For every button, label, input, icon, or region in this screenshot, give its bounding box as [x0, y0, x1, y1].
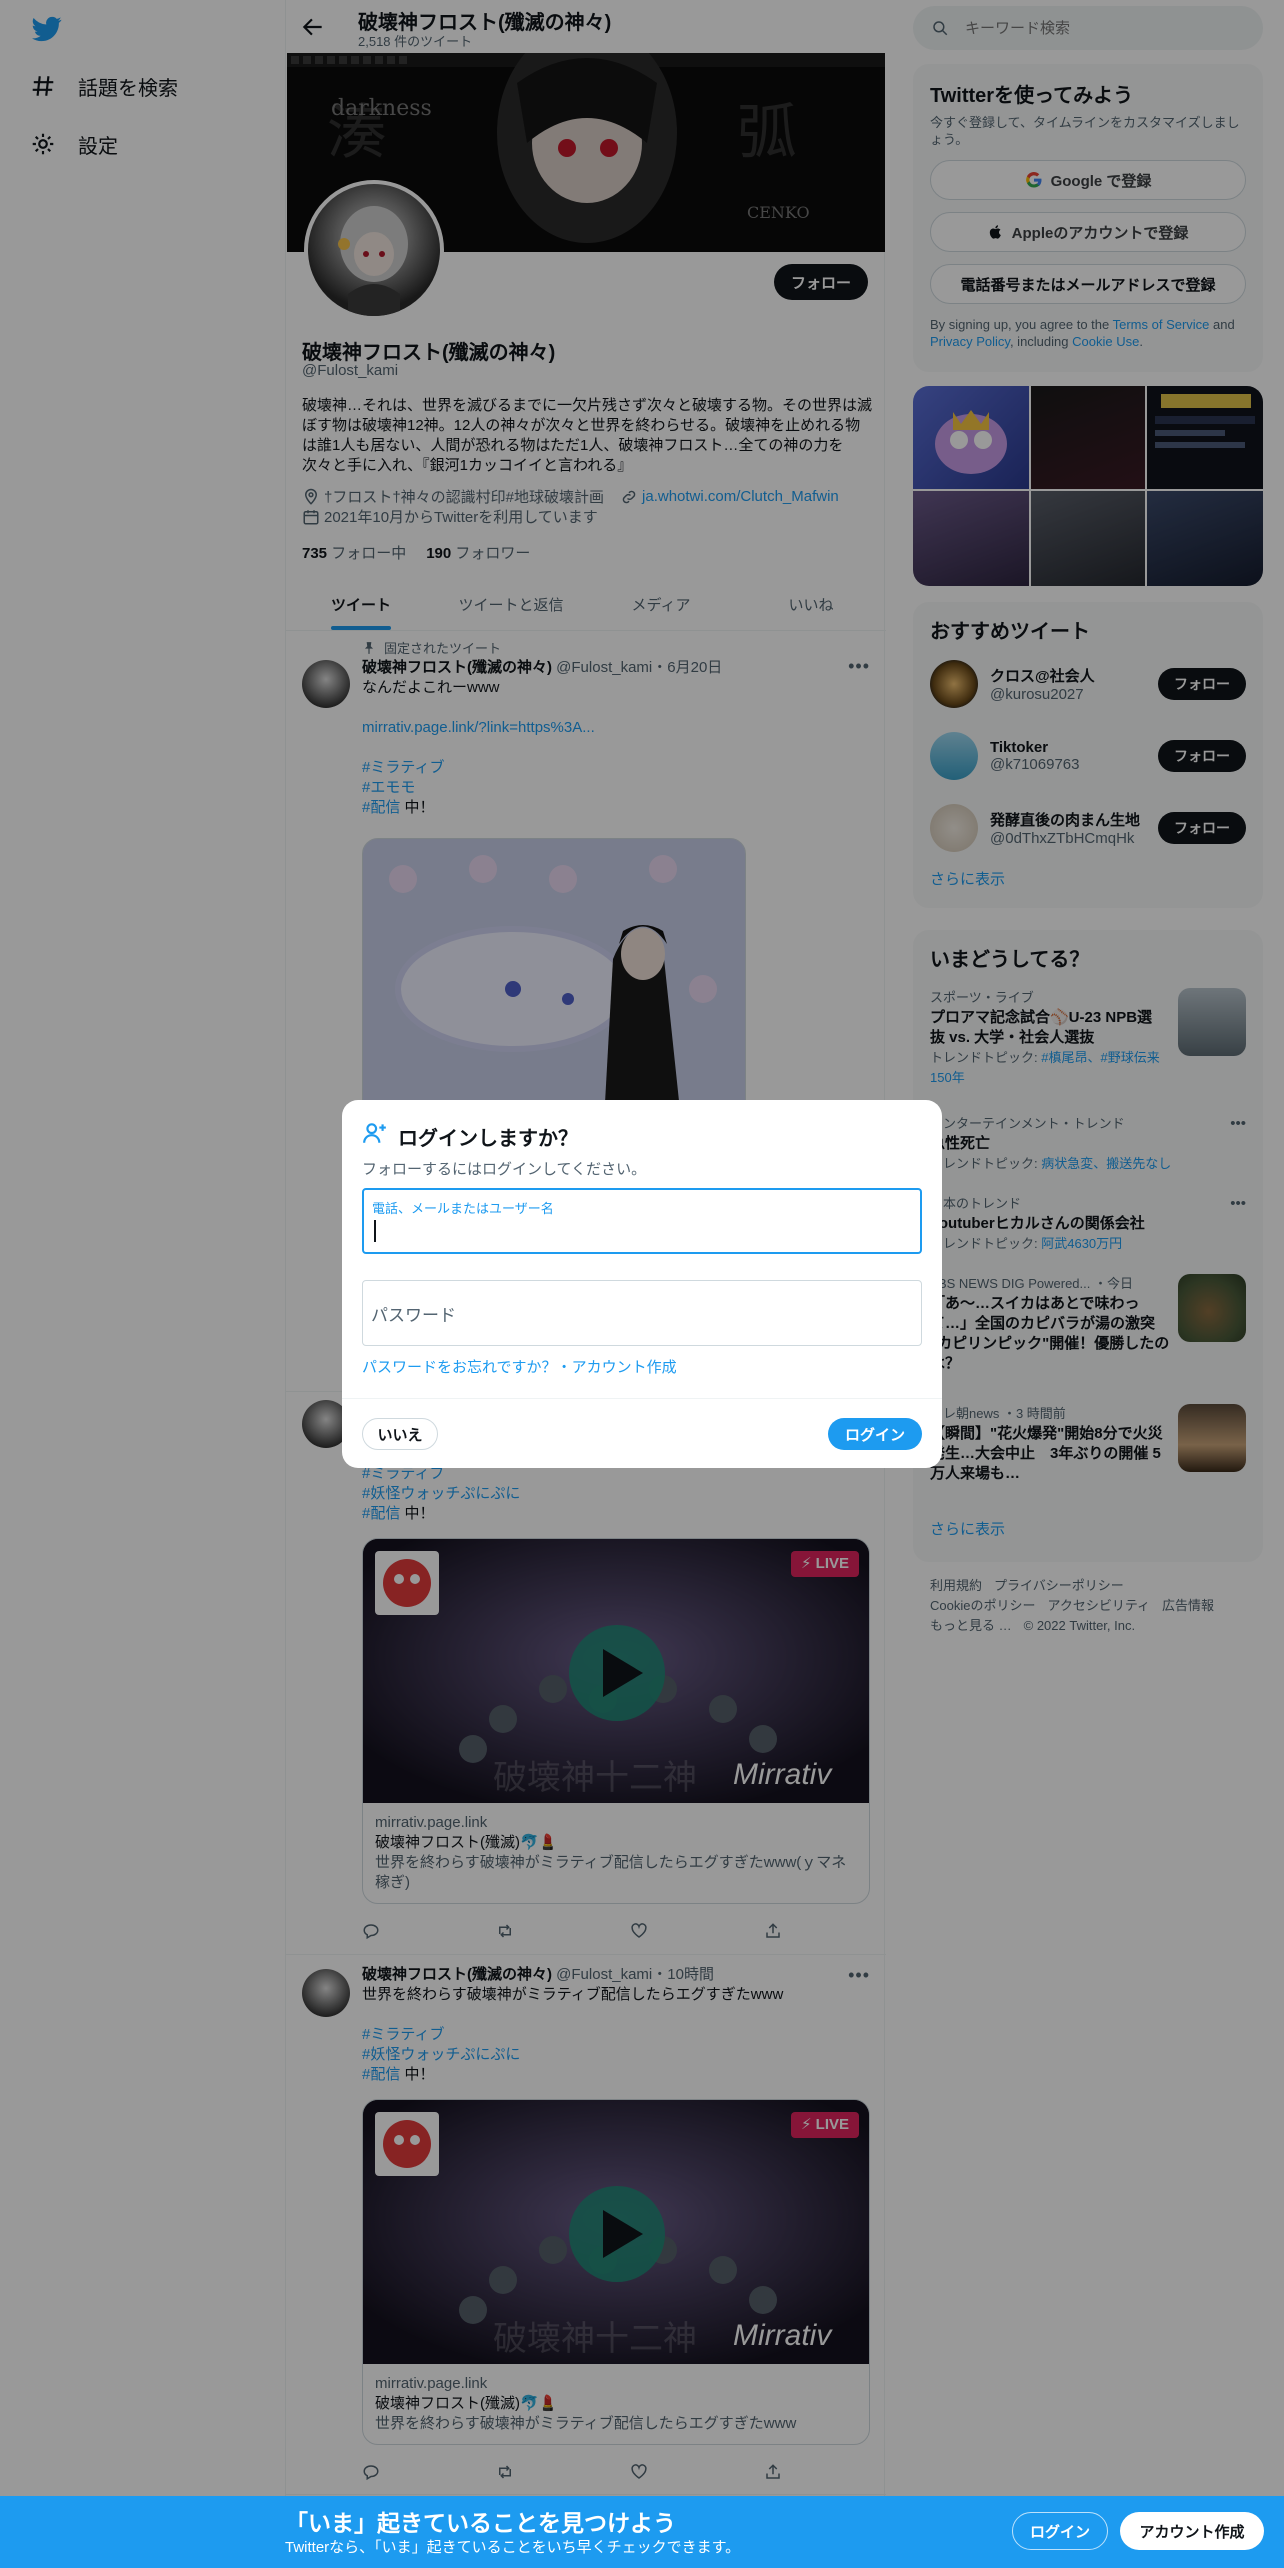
modal-subtitle: フォローするにはログインしてください。 [362, 1161, 647, 1178]
bottom-login-button[interactable]: ログイン [1012, 2512, 1108, 2550]
password-placeholder: パスワード [371, 1306, 456, 1325]
link-separator: ・ [556, 1359, 572, 1376]
create-account-link[interactable]: アカウント作成 [572, 1359, 677, 1376]
bottom-bar-title: 「いま」起きていることを見つけよう [285, 2510, 676, 2536]
login-modal: ログインしますか？ フォローするにはログインしてください。 電話、メールまたはユ… [342, 1100, 942, 1468]
add-user-icon [363, 1123, 386, 1143]
username-field[interactable]: 電話、メールまたはユーザー名 [362, 1188, 922, 1254]
username-field-label: 電話、メールまたはユーザー名 [372, 1201, 554, 1216]
cancel-button[interactable]: いいえ [362, 1418, 438, 1450]
modal-title: ログインしますか？ [398, 1128, 578, 1150]
bottom-signup-bar: 「いま」起きていることを見つけよう Twitterなら、「いま」起きていることを… [0, 2496, 1284, 2568]
login-button[interactable]: ログイン [828, 1418, 922, 1450]
bottom-bar-subtitle: Twitterなら、「いま」起きていることをいち早くチェックできます。 [285, 2539, 741, 2556]
modal-divider [342, 1398, 942, 1399]
modal-links: パスワードをお忘れですか？・アカウント作成 [362, 1356, 677, 1377]
bottom-signup-button[interactable]: アカウント作成 [1120, 2512, 1264, 2550]
forgot-password-link[interactable]: パスワードをお忘れですか？ [362, 1359, 557, 1376]
text-cursor [374, 1220, 376, 1242]
password-field[interactable]: パスワード [362, 1280, 922, 1346]
